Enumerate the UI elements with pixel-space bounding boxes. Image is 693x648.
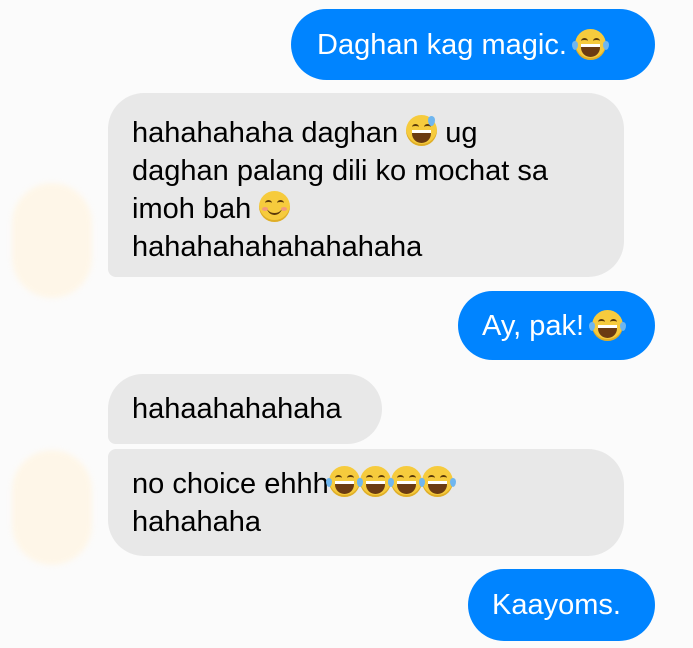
smiling-eyes-emoji-icon: [259, 191, 291, 222]
incoming-message[interactable]: hahaahahahaha: [108, 374, 382, 444]
tears-of-joy-emoji-icon: [571, 29, 609, 60]
tears-of-joy-emoji-icon: [589, 310, 627, 341]
message-line: imoh bah: [132, 190, 600, 228]
avatar[interactable]: [12, 450, 92, 565]
message-text: Ay, pak!: [482, 309, 585, 342]
tears-of-joy-emoji-icon: [418, 466, 456, 497]
tears-of-joy-emoji-icon: [356, 466, 394, 497]
message-line: daghan palang dili ko mochat sa: [132, 155, 548, 187]
tears-of-joy-emoji-icon: [325, 466, 363, 497]
incoming-message[interactable]: no choice ehhh hahahaha: [108, 449, 624, 556]
tears-of-joy-emoji-icon: [387, 466, 425, 497]
incoming-message[interactable]: hahahahaha daghan ug daghan palang dili …: [108, 93, 624, 277]
message-line: hahahahaha daghan ug: [132, 115, 478, 149]
grinning-sweat-emoji-icon: [406, 115, 438, 146]
message-text: Kaayoms.: [492, 589, 621, 621]
message-line: hahahaha: [132, 506, 262, 538]
outgoing-message[interactable]: Ay, pak!: [458, 291, 655, 360]
outgoing-message[interactable]: Daghan kag magic.: [291, 9, 655, 80]
message-line: hahahahahahahahaha: [132, 231, 423, 263]
avatar[interactable]: [12, 183, 92, 298]
message-text: Daghan kag magic.: [317, 28, 567, 61]
message-text: hahaahahahaha: [132, 393, 342, 425]
message-line: no choice ehhh: [132, 465, 600, 503]
outgoing-message[interactable]: Kaayoms.: [468, 569, 655, 641]
